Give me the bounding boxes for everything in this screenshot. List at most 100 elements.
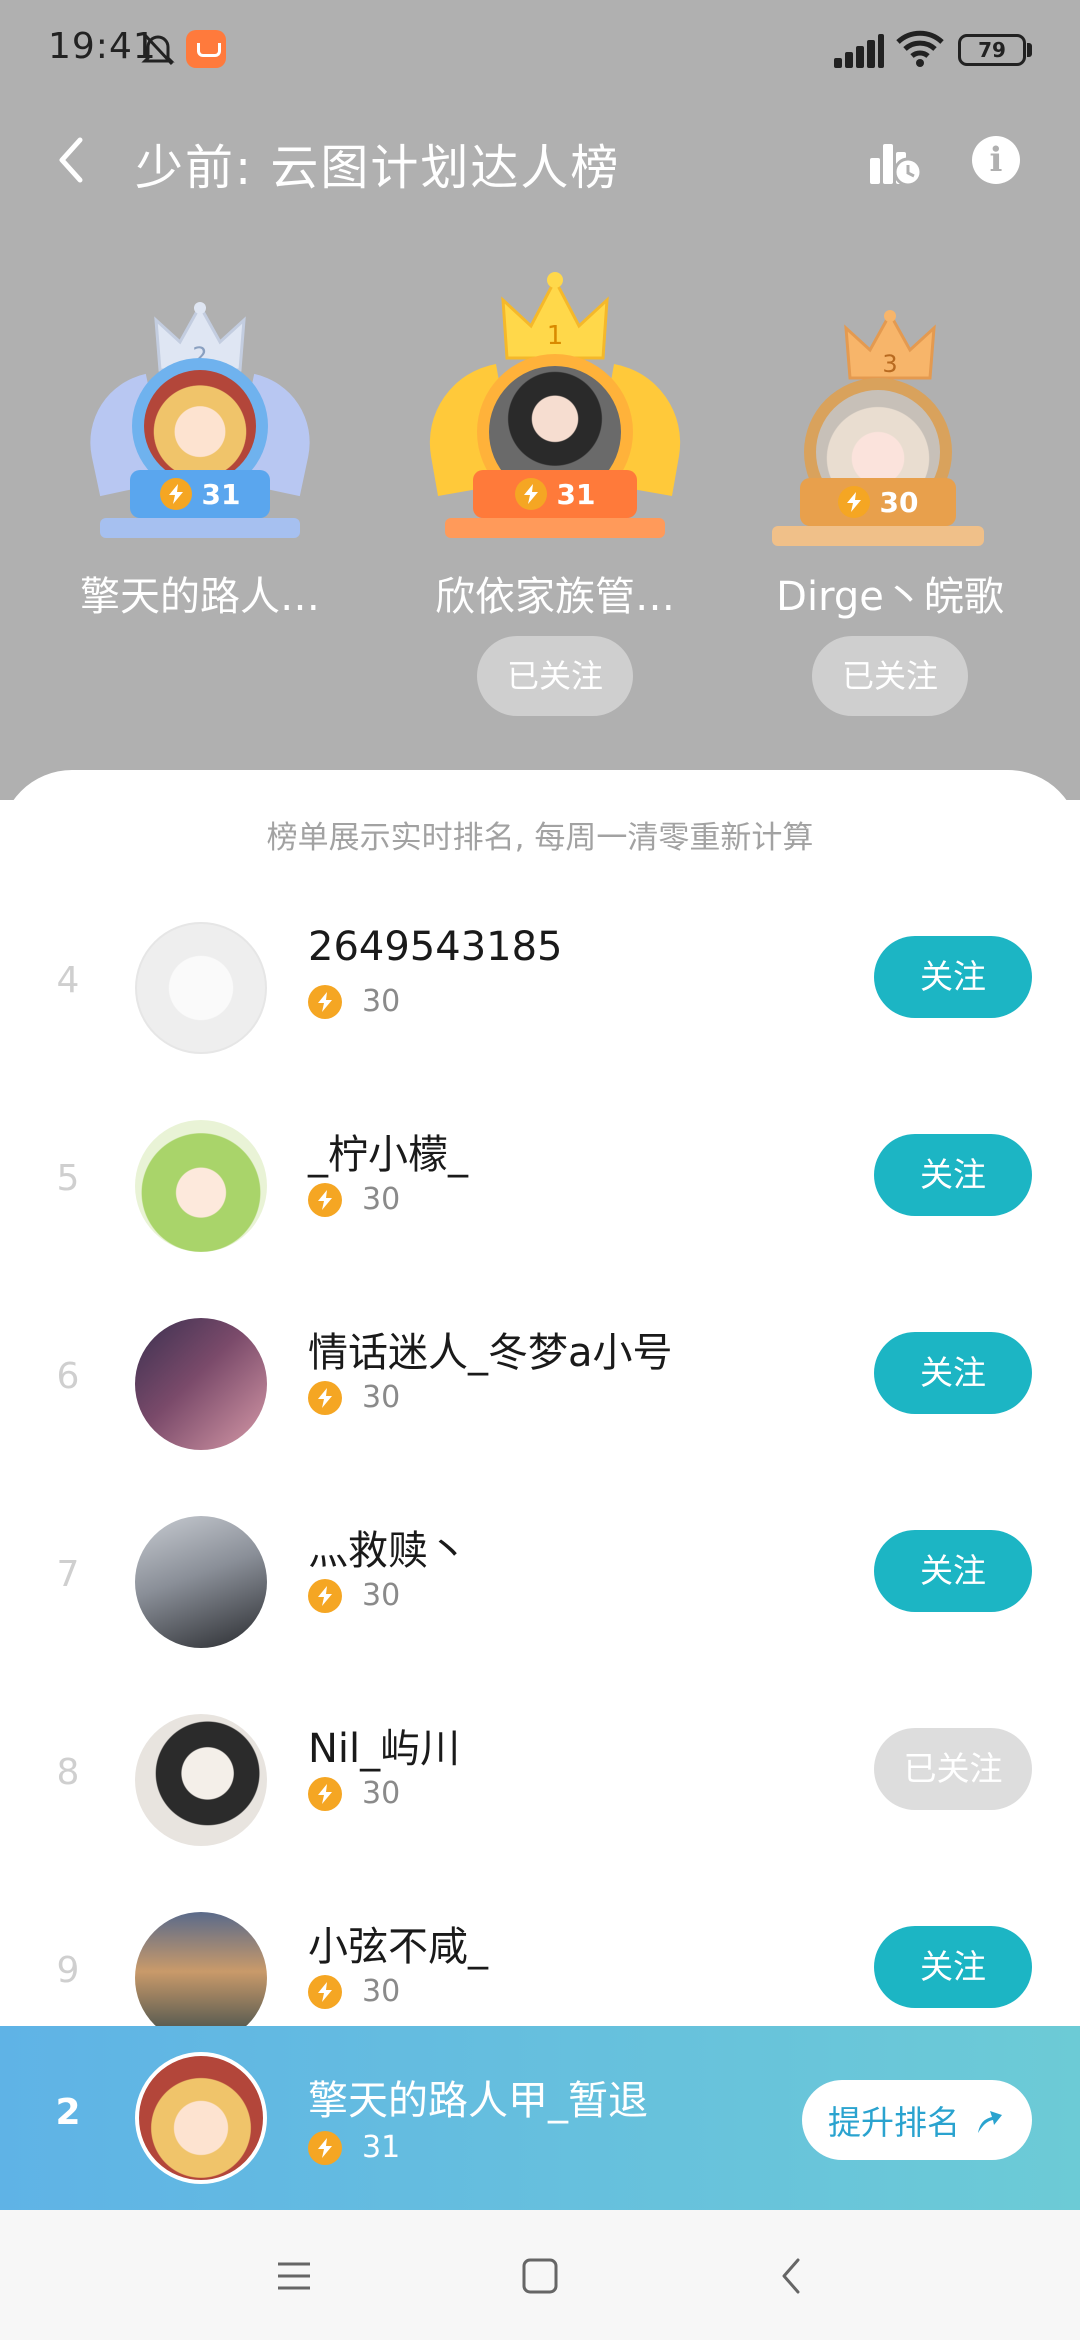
- score-ribbon: 31: [130, 470, 270, 518]
- score-value: 30: [362, 1380, 401, 1415]
- podium-second-place[interactable]: 2 31 擎天的路人…: [70, 250, 330, 710]
- avatar[interactable]: [135, 922, 267, 1054]
- podium-place-number: 1: [547, 321, 564, 351]
- bolt-icon: [308, 2130, 342, 2165]
- my-rank-bar: 2 擎天的路人甲_暂退 31 提升排名: [0, 2026, 1080, 2210]
- bolt-icon: [308, 1974, 342, 2009]
- avatar[interactable]: [135, 1912, 267, 2044]
- bell-muted-icon: [141, 32, 175, 66]
- followed-button[interactable]: 已关注: [812, 636, 968, 716]
- arrow-up-icon: [978, 2111, 1002, 2133]
- podium-name: Dirge丶皖歌: [776, 574, 1004, 620]
- ribbon-tail: [445, 518, 665, 538]
- list-item[interactable]: 6 情话迷人_冬梦a小号 30 关注: [0, 1296, 1080, 1494]
- user-score: 30: [308, 1776, 400, 1811]
- avatar[interactable]: [135, 1516, 267, 1648]
- user-name: 2649543185: [308, 924, 563, 970]
- podium-place-number: 3: [882, 350, 897, 378]
- user-name: 情话迷人_冬梦a小号: [308, 1330, 673, 1376]
- list-item[interactable]: 8 Nil_屿川 30 已关注: [0, 1692, 1080, 1890]
- user-name: _柠小檬_: [308, 1132, 468, 1178]
- followed-button[interactable]: 已关注: [874, 1728, 1032, 1810]
- follow-button[interactable]: 关注: [874, 1134, 1032, 1216]
- rank-number: 8: [56, 1752, 80, 1793]
- avatar: [144, 370, 256, 482]
- podium-third-place[interactable]: 3 30 Dirge丶皖歌 已关注: [760, 250, 1020, 716]
- follow-button[interactable]: 关注: [874, 1530, 1032, 1612]
- battery-level: 79: [978, 38, 1006, 62]
- score-ribbon: 30: [800, 478, 956, 526]
- user-score: 30: [308, 1974, 400, 2009]
- my-score: 31: [308, 2130, 400, 2165]
- avatar[interactable]: [135, 1714, 267, 1846]
- title-bar: 少前: 云图计划达人榜 i: [0, 110, 1080, 210]
- menu-icon[interactable]: [272, 2254, 316, 2298]
- signal-icon: [834, 32, 884, 68]
- podium-name: 欣依家族管…: [435, 574, 675, 620]
- ribbon-tail: [100, 518, 300, 538]
- info-icon[interactable]: i: [972, 136, 1020, 184]
- rank-number: 9: [56, 1950, 80, 1991]
- bolt-icon: [514, 478, 547, 510]
- avatar[interactable]: [135, 1120, 267, 1252]
- avatar[interactable]: [135, 1318, 267, 1450]
- bronze-crown-icon: 3: [844, 310, 936, 380]
- boost-rank-button[interactable]: 提升排名: [802, 2080, 1032, 2160]
- leaderboard-header: 19:41 79 少前: 云图计划达人榜 i 2 31 擎天的路人… 1 31 …: [0, 0, 1080, 800]
- bolt-icon: [308, 1776, 342, 1811]
- user-score: 30: [308, 984, 400, 1019]
- list-item[interactable]: 7 灬救赎丶 30 关注: [0, 1494, 1080, 1692]
- back-arrow-icon[interactable]: [50, 134, 98, 186]
- bolt-icon: [308, 1182, 342, 1217]
- status-bar: 19:41 79: [0, 0, 1080, 96]
- user-score: 30: [308, 1380, 400, 1415]
- app-notification-icon: [186, 30, 226, 68]
- score-ribbon: 31: [473, 470, 637, 518]
- score-value: 31: [362, 2130, 401, 2165]
- bolt-icon: [308, 1380, 342, 1415]
- bolt-icon: [837, 486, 870, 518]
- user-name: 灬救赎丶: [308, 1528, 468, 1574]
- home-icon[interactable]: [518, 2254, 562, 2298]
- podium-first-place[interactable]: 1 31 欣依家族管… 已关注: [417, 250, 693, 716]
- ranking-list-sheet: 榜单展示实时排名, 每周一清零重新计算 4 2649543185 30 关注 5…: [0, 770, 1080, 2210]
- score: 30: [879, 485, 919, 519]
- battery-icon: 79: [958, 34, 1026, 66]
- follow-button[interactable]: 关注: [874, 936, 1032, 1018]
- my-avatar[interactable]: [135, 2052, 267, 2184]
- score-value: 30: [362, 1578, 401, 1613]
- score: 31: [201, 477, 241, 511]
- ranking-notice: 榜单展示实时排名, 每周一清零重新计算: [266, 820, 814, 856]
- user-score: 30: [308, 1578, 400, 1613]
- score-value: 30: [362, 984, 401, 1019]
- page-title: 少前: 云图计划达人榜: [135, 140, 621, 196]
- boost-rank-label: 提升排名: [828, 2103, 960, 2142]
- wifi-icon: [896, 30, 944, 67]
- my-name: 擎天的路人甲_暂退: [308, 2078, 648, 2124]
- score-value: 30: [362, 1974, 401, 2009]
- rank-number: 7: [56, 1554, 80, 1595]
- list-item[interactable]: 5 _柠小檬_ 30 关注: [0, 1098, 1080, 1296]
- bolt-icon: [159, 478, 192, 510]
- system-nav-bar: [0, 2210, 1080, 2340]
- list-item[interactable]: 4 2649543185 30 关注: [0, 900, 1080, 1098]
- ribbon-tail: [772, 526, 984, 546]
- battery-cap: [1027, 43, 1032, 57]
- followed-button[interactable]: 已关注: [477, 636, 633, 716]
- podium-name: 擎天的路人…: [80, 574, 320, 620]
- user-name: 小弦不咸_: [308, 1924, 488, 1970]
- follow-button[interactable]: 关注: [874, 1926, 1032, 2008]
- rank-number: 4: [56, 960, 80, 1001]
- bolt-icon: [308, 1578, 342, 1613]
- ranking-history-icon[interactable]: [864, 130, 924, 190]
- score: 31: [556, 477, 596, 511]
- nav-back-icon[interactable]: [770, 2254, 814, 2298]
- follow-button[interactable]: 关注: [874, 1332, 1032, 1414]
- bolt-icon: [308, 984, 342, 1019]
- user-name: Nil_屿川: [308, 1726, 461, 1772]
- my-rank-number: 2: [55, 2092, 81, 2133]
- score-value: 30: [362, 1776, 401, 1811]
- score-value: 30: [362, 1182, 401, 1217]
- user-score: 30: [308, 1182, 400, 1217]
- rank-number: 6: [56, 1356, 80, 1397]
